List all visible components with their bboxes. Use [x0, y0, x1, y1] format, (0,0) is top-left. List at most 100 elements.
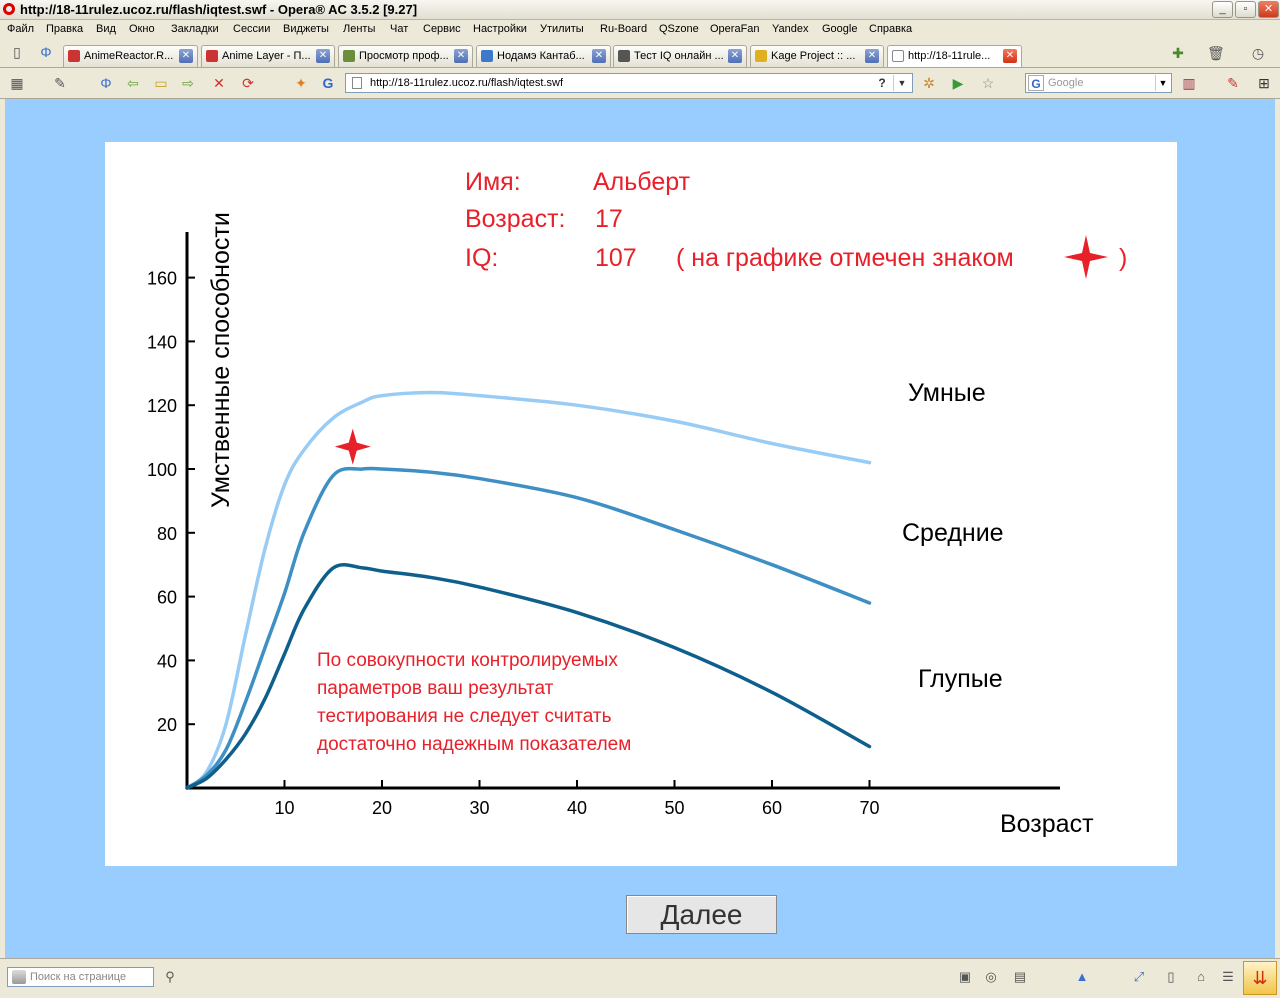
menu-window[interactable]: Окно	[129, 23, 155, 35]
close-tab-icon[interactable]: ✕	[316, 49, 330, 63]
close-tab-icon[interactable]: ✕	[454, 49, 468, 63]
notepad-icon[interactable]: ▤	[1012, 969, 1028, 985]
close-tab-icon[interactable]: ✕	[1003, 49, 1017, 63]
menu-sessions[interactable]: Сессии	[233, 23, 270, 35]
y-tick-label: 120	[147, 396, 177, 416]
menu-help[interactable]: Справка	[869, 23, 912, 35]
google-icon[interactable]: G	[320, 75, 336, 91]
address-field[interactable]: http://18-11rulez.ucoz.ru/flash/iqtest.s…	[345, 73, 913, 93]
go-icon[interactable]: ▶	[950, 75, 966, 91]
add-tab-icon[interactable]: ✚	[1170, 45, 1186, 61]
google-icon: G	[1028, 75, 1044, 91]
menu-google[interactable]: Google	[822, 23, 857, 35]
y-axis-label: Умственные способности	[207, 212, 235, 508]
speed-dial-icon[interactable]: ◎	[983, 969, 999, 985]
user-icon[interactable]: ▲	[1074, 969, 1090, 985]
menu-view[interactable]: Вид	[96, 23, 116, 35]
opera-icon[interactable]: Φ	[98, 75, 114, 91]
menu-widgets[interactable]: Виджеты	[283, 23, 329, 35]
menu-chat[interactable]: Чат	[390, 23, 408, 35]
disclaimer-line: достаточно надежным показателем	[317, 734, 631, 755]
iq-marker-icon	[334, 428, 371, 465]
puzzle-icon[interactable]: ✲	[921, 75, 937, 91]
url-text: http://18-11rulez.ucoz.ru/flash/iqtest.s…	[370, 77, 563, 89]
y-tick-label: 140	[147, 332, 177, 352]
info-icon[interactable]: ▣	[957, 969, 973, 985]
page-icon[interactable]: ▯	[1163, 969, 1179, 985]
chevron-down-icon[interactable]: ▼	[893, 75, 910, 91]
menu-ruboard[interactable]: Ru-Board	[600, 23, 647, 35]
y-tick-label: 60	[157, 588, 177, 608]
favicon-icon	[206, 50, 218, 62]
pin-icon[interactable]: ✎	[1225, 75, 1241, 91]
page-content: Имя: Альберт Возраст: 17 IQ: 107 ( на гр…	[5, 99, 1275, 958]
next-button[interactable]: Далее	[626, 895, 777, 934]
series-label-stupid: Глупые	[918, 665, 1003, 693]
tab-anime-layer[interactable]: Anime Layer - П... ✕	[201, 45, 335, 67]
folder-icon[interactable]: ▭	[153, 75, 169, 91]
home-icon[interactable]: ⌂	[1193, 969, 1209, 985]
chevron-down-icon[interactable]: ▼	[1155, 75, 1170, 91]
favicon-icon	[343, 50, 355, 62]
name-label: Имя:	[465, 168, 521, 196]
y-tick-label: 100	[147, 460, 177, 480]
menu-utilities[interactable]: Утилиты	[540, 23, 584, 35]
menu-operafan[interactable]: OperaFan	[710, 23, 760, 35]
y-tick-label: 80	[157, 524, 177, 544]
search-input[interactable]: G Google ▼	[1025, 73, 1172, 93]
star-icon[interactable]: ☆	[980, 75, 996, 91]
status-bar: Поиск на странице ⚲ ▣ ◎ ▤ ▲ ⤢ ▯ ⌂ ☰ ⇊	[0, 958, 1280, 998]
tab-kage-project[interactable]: Kage Project :: ... ✕	[750, 45, 884, 67]
find-in-page-input[interactable]: Поиск на странице	[7, 967, 154, 987]
maximize-button[interactable]: ▫	[1235, 1, 1256, 18]
search-icon[interactable]: ⚲	[162, 969, 178, 985]
marker-legend-icon	[1064, 235, 1108, 279]
y-tick-label: 20	[157, 715, 177, 735]
minimize-button[interactable]: _	[1212, 1, 1233, 18]
books-icon[interactable]: ▥	[1181, 75, 1197, 91]
clock-icon[interactable]: ◷	[1250, 45, 1266, 61]
stop-icon[interactable]: ✕	[211, 75, 227, 91]
tab-iq-test[interactable]: Тест IQ онлайн ... ✕	[613, 45, 747, 67]
close-tab-icon[interactable]: ✕	[728, 49, 742, 63]
zoom-fit-icon[interactable]: ⤢	[1131, 969, 1147, 985]
panels-icon[interactable]: ▦	[9, 75, 25, 91]
reload-icon[interactable]: ⟳	[240, 75, 256, 91]
menu-edit[interactable]: Правка	[46, 23, 83, 35]
menu-qszone[interactable]: QSzone	[659, 23, 699, 35]
download-icon[interactable]: ⇊	[1243, 961, 1277, 995]
chart-series	[185, 390, 872, 790]
list-icon[interactable]: ☰	[1220, 969, 1236, 985]
notes-icon[interactable]: ▯	[9, 44, 25, 60]
series-label-smart: Умные	[908, 379, 986, 407]
tab-profile[interactable]: Просмотр проф... ✕	[338, 45, 473, 67]
opera-panel-icon[interactable]: Φ	[38, 44, 54, 60]
x-tick-label: 20	[372, 798, 392, 818]
fullscreen-icon[interactable]: ⊞	[1256, 75, 1272, 91]
iq-value: 107	[595, 244, 637, 272]
help-icon[interactable]: ?	[874, 75, 890, 91]
menu-bookmarks[interactable]: Закладки	[171, 23, 219, 35]
menu-settings[interactable]: Настройки	[473, 23, 527, 35]
tab-iqtest-swf[interactable]: http://18-11rule... ✕	[887, 45, 1022, 67]
menu-file[interactable]: Файл	[7, 23, 34, 35]
menu-bar: Файл Правка Вид Окно Закладки Сессии Вид…	[0, 20, 1280, 40]
forward-icon[interactable]: ⇨	[180, 75, 196, 91]
close-tab-icon[interactable]: ✕	[865, 49, 879, 63]
close-tab-icon[interactable]: ✕	[592, 49, 606, 63]
tab-animereactor[interactable]: AnimeReactor.R... ✕	[63, 45, 198, 67]
menu-yandex[interactable]: Yandex	[772, 23, 809, 35]
pen-icon[interactable]: ✎	[52, 75, 68, 91]
close-button[interactable]: ✕	[1258, 1, 1279, 18]
favicon-icon	[68, 50, 80, 62]
wand-icon[interactable]: ✦	[293, 75, 309, 91]
x-tick-label: 60	[762, 798, 782, 818]
tab-nodame[interactable]: Нодамэ Кантаб... ✕	[476, 45, 611, 67]
back-icon[interactable]: ⇦	[125, 75, 141, 91]
trash-icon[interactable]: 🗑	[1207, 45, 1225, 61]
x-tick-label: 70	[859, 798, 879, 818]
close-tab-icon[interactable]: ✕	[179, 49, 193, 63]
x-axis-label: Возраст	[1000, 810, 1094, 838]
menu-feeds[interactable]: Ленты	[343, 23, 375, 35]
menu-tools[interactable]: Сервис	[423, 23, 461, 35]
